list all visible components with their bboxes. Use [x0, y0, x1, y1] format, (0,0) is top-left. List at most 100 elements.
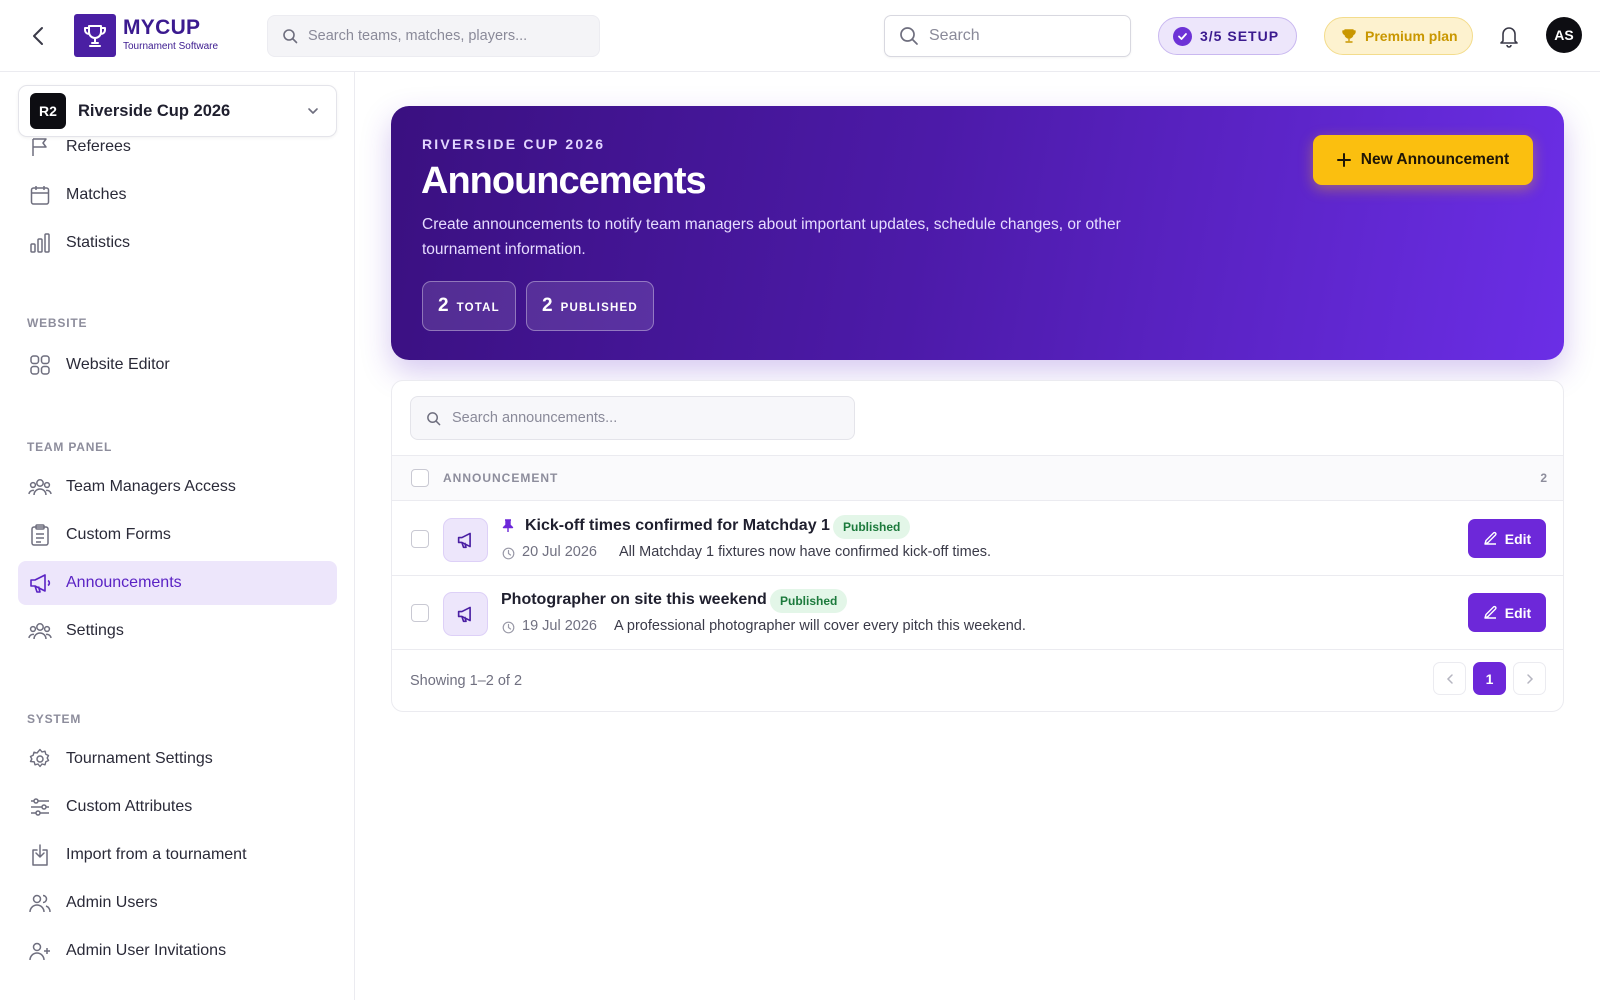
search-icon [900, 27, 918, 45]
calendar-icon [28, 183, 52, 207]
sidebar-item-team-managers-access[interactable]: Team Managers Access [18, 465, 337, 509]
table-header: ANNOUNCEMENT 2 [392, 455, 1563, 501]
hero-eyebrow: RIVERSIDE CUP 2026 [422, 136, 606, 152]
sidebar-item-label: Tournament Settings [66, 750, 213, 767]
stat-published: 2 PUBLISHED [526, 281, 654, 331]
users-icon [28, 891, 52, 915]
global-search-placeholder: Search teams, matches, players... [308, 28, 528, 44]
pagination-prev-button[interactable] [1433, 662, 1466, 695]
brand-subtitle: Tournament Software [123, 41, 219, 52]
announcement-title[interactable]: Photographer on site this weekend [501, 591, 767, 609]
tournament-selector[interactable]: R2 Riverside Cup 2026 [18, 85, 337, 137]
stat-total-value: 2 [438, 295, 449, 316]
search-icon [283, 29, 298, 44]
sidebar-item-tournament-settings[interactable]: Tournament Settings [18, 737, 337, 781]
status-badge: Published [833, 515, 911, 539]
sidebar-item-admin-user-invitations[interactable]: Admin User Invitations [18, 929, 337, 973]
users-group-icon [28, 619, 52, 643]
select-all-checkbox[interactable] [411, 469, 429, 487]
pagination-next-button[interactable] [1513, 662, 1546, 695]
check-circle-icon [1173, 26, 1192, 46]
row-count: 2 [1540, 471, 1547, 485]
sidebar-item-label: Custom Forms [66, 526, 171, 543]
top-bar: MYCUP Tournament Software Search teams, … [0, 0, 1600, 72]
row-checkbox[interactable] [411, 604, 429, 622]
announcement-date: 19 Jul 2026 [522, 618, 597, 634]
sidebar-item-announcements[interactable]: Announcements [18, 561, 337, 605]
premium-plan-label: Premium plan [1365, 28, 1458, 44]
section-heading-website: WEBSITE [27, 316, 88, 330]
sidebar-item-matches[interactable]: Matches [18, 173, 337, 217]
edit-button-label: Edit [1504, 530, 1532, 547]
notifications-bell-icon[interactable] [1498, 24, 1520, 48]
sidebar-item-label: Referees [66, 138, 131, 155]
sidebar-item-label: Import from a tournament [66, 846, 247, 863]
global-search-input[interactable]: Search teams, matches, players... [267, 15, 600, 57]
announcement-title[interactable]: Kick-off times confirmed for Matchday 1 [525, 517, 830, 535]
announcement-search-input[interactable]: Search announcements... [410, 396, 855, 440]
pagination-page-current[interactable]: 1 [1473, 662, 1506, 695]
chevron-left-icon [1446, 673, 1453, 684]
pencil-icon [1484, 605, 1497, 619]
announcements-hero: RIVERSIDE CUP 2026 Announcements Create … [391, 106, 1564, 360]
brand-title: MYCUP [123, 16, 201, 39]
sidebar-item-label: Admin User Invitations [66, 942, 227, 959]
sidebar-item-label: Matches [66, 186, 127, 203]
logo[interactable] [74, 14, 116, 57]
flag-icon [28, 135, 52, 159]
sliders-icon [28, 795, 52, 819]
column-header-announcement: ANNOUNCEMENT [443, 471, 559, 485]
premium-plan-button[interactable]: Premium plan [1324, 17, 1473, 55]
trophy-icon [1342, 29, 1356, 43]
clock-icon [502, 547, 515, 560]
sidebar-item-label: Custom Attributes [66, 798, 193, 815]
pagination-summary: Showing 1–2 of 2 [410, 673, 523, 689]
table-row[interactable]: Kick-off times confirmed for Matchday 1 … [392, 502, 1563, 576]
edit-button-label: Edit [1504, 604, 1532, 621]
plus-icon [1336, 153, 1351, 167]
clipboard-icon [28, 523, 52, 547]
hero-description: Create announcements to notify team mana… [422, 216, 1121, 258]
quick-search-input[interactable]: Search [884, 15, 1131, 57]
announcement-summary: All Matchday 1 fixtures now have confirm… [619, 544, 992, 560]
gear-icon [28, 747, 52, 771]
stat-total-label: TOTAL [456, 302, 500, 314]
megaphone-icon [443, 518, 488, 562]
sidebar-item-custom-attributes[interactable]: Custom Attributes [18, 785, 337, 829]
back-button[interactable] [24, 22, 52, 50]
chevron-left-icon [33, 27, 43, 45]
announcements-table-card: Search announcements... ANNOUNCEMENT 2 K… [391, 380, 1564, 712]
edit-button[interactable]: Edit [1468, 593, 1546, 632]
tournament-badge: R2 [30, 93, 66, 129]
table-row[interactable]: Photographer on site this weekend Publis… [392, 576, 1563, 650]
sidebar-item-statistics[interactable]: Statistics [18, 221, 337, 265]
sidebar-item-settings[interactable]: Settings [18, 609, 337, 653]
new-announcement-button[interactable]: New Announcement [1313, 135, 1533, 185]
sidebar-item-admin-users[interactable]: Admin Users [18, 881, 337, 925]
user-plus-icon [28, 939, 52, 963]
chevron-right-icon [1526, 673, 1533, 684]
section-heading-team-panel: TEAM PANEL [27, 440, 113, 454]
setup-progress-button[interactable]: 3/5 SETUP [1158, 17, 1297, 55]
quick-search-placeholder: Search [929, 27, 980, 44]
grid-icon [28, 353, 52, 377]
pencil-icon [1484, 531, 1497, 545]
search-icon [427, 411, 441, 425]
edit-button[interactable]: Edit [1468, 519, 1546, 558]
avatar[interactable]: AS [1546, 17, 1582, 53]
sidebar-item-custom-forms[interactable]: Custom Forms [18, 513, 337, 557]
sidebar-item-import[interactable]: Import from a tournament [18, 833, 337, 877]
megaphone-icon [443, 592, 488, 636]
sidebar: R2 Riverside Cup 2026 Referees Matches S… [0, 72, 355, 1000]
users-group-icon [28, 475, 52, 499]
status-badge: Published [770, 589, 848, 613]
row-checkbox[interactable] [411, 530, 429, 548]
sidebar-item-website-editor[interactable]: Website Editor [18, 343, 337, 387]
announcement-date: 20 Jul 2026 [522, 544, 597, 560]
announcement-search-placeholder: Search announcements... [452, 410, 618, 426]
tournament-name: Riverside Cup 2026 [78, 101, 231, 120]
setup-progress-label: 3/5 SETUP [1200, 28, 1280, 44]
pin-icon [502, 519, 514, 532]
stat-published-value: 2 [542, 295, 553, 316]
import-icon [28, 843, 52, 867]
